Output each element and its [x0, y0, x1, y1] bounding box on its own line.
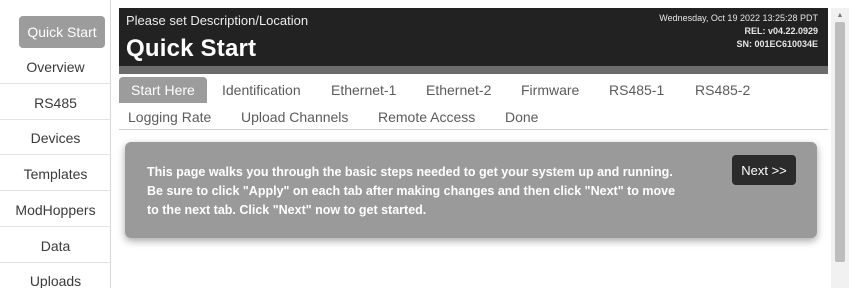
tab-start-here[interactable]: Start Here — [119, 77, 207, 103]
tab-firmware[interactable]: Firmware — [521, 77, 579, 103]
app-window: Quick Start Overview RS485 Devices Templ… — [0, 0, 857, 288]
tab-ethernet-2[interactable]: Ethernet-2 — [426, 77, 491, 103]
tab-bar: Start Here Identification Ethernet-1 Eth… — [119, 74, 828, 130]
sidebar-item-devices[interactable]: Devices — [0, 121, 111, 155]
tab-ethernet-1[interactable]: Ethernet-1 — [331, 77, 396, 103]
sidebar-item-overview[interactable]: Overview — [0, 50, 111, 84]
tab-logging-rate[interactable]: Logging Rate — [128, 104, 211, 130]
tab-done[interactable]: Done — [505, 104, 538, 130]
sidebar-item-uploads[interactable]: Uploads — [0, 264, 111, 288]
scroll-up-arrow-icon[interactable]: ▲ — [834, 10, 846, 20]
tab-rs485-2[interactable]: RS485-2 — [695, 77, 750, 103]
tab-upload-channels[interactable]: Upload Channels — [241, 104, 348, 130]
next-button[interactable]: Next >> — [732, 155, 796, 185]
intro-message: This page walks you through the basic st… — [147, 165, 676, 217]
tab-rs485-1[interactable]: RS485-1 — [609, 77, 664, 103]
sidebar-item-quick-start[interactable]: Quick Start — [19, 16, 105, 48]
page-scrollbar[interactable]: ▲ — [831, 8, 849, 288]
sidebar-item-templates[interactable]: Templates — [0, 157, 111, 191]
sidebar-item-rs485[interactable]: RS485 — [0, 86, 111, 120]
header-divider — [119, 66, 828, 74]
sidebar: Quick Start Overview RS485 Devices Templ… — [0, 0, 111, 288]
datetime-text: Wednesday, Oct 19 2022 13:25:28 PDT — [659, 13, 818, 23]
description-link[interactable]: Please set Description/Location — [126, 13, 308, 28]
scroll-thumb[interactable] — [835, 22, 845, 262]
intro-card: This page walks you through the basic st… — [125, 142, 817, 238]
sidebar-item-data[interactable]: Data — [0, 229, 111, 263]
sidebar-item-modhoppers[interactable]: ModHoppers — [0, 193, 111, 227]
system-info: Wednesday, Oct 19 2022 13:25:28 PDT REL:… — [659, 12, 818, 51]
page-header: Please set Description/Location Quick St… — [119, 8, 828, 66]
release-text: REL: v04.22.0929 — [744, 26, 818, 36]
tab-remote-access[interactable]: Remote Access — [378, 104, 475, 130]
serial-number-text: SN: 001EC610034E — [736, 39, 818, 49]
tab-identification[interactable]: Identification — [222, 77, 301, 103]
page-title: Quick Start — [126, 35, 257, 62]
